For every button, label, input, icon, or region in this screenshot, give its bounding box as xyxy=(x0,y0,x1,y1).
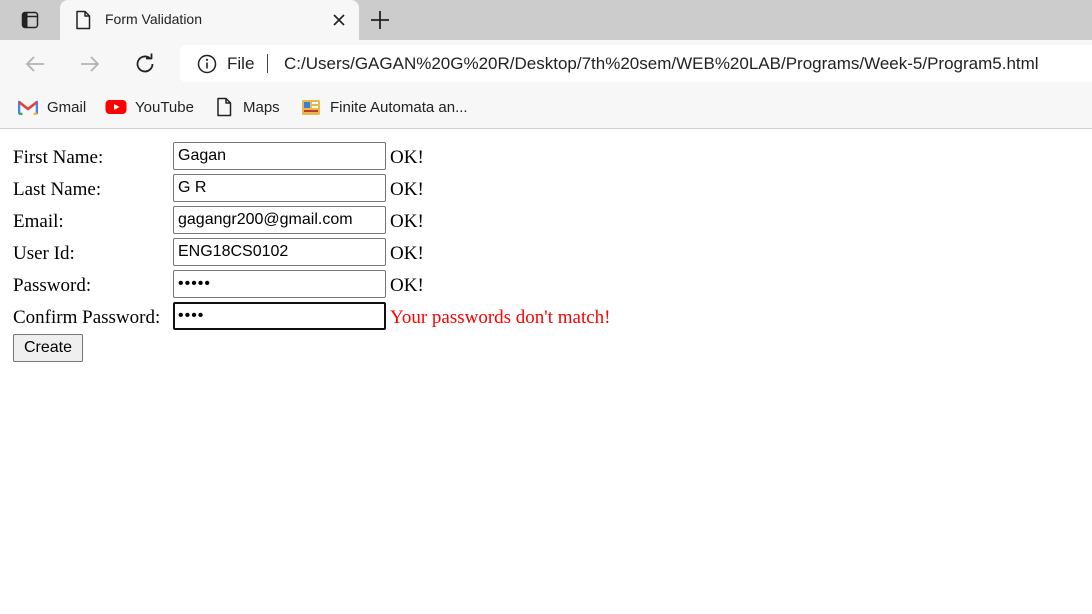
bookmark-label: Maps xyxy=(243,98,280,116)
password-status: OK! xyxy=(390,275,424,296)
user-id-label: User Id: xyxy=(13,243,75,264)
user-id-status: OK! xyxy=(390,243,424,264)
tab-strip: Form Validation xyxy=(0,0,1092,40)
active-tab[interactable]: Form Validation xyxy=(60,0,359,40)
first-name-input[interactable] xyxy=(173,142,386,170)
user-id-input[interactable] xyxy=(173,238,386,266)
gmail-icon xyxy=(17,97,39,117)
bookmark-maps[interactable]: Maps xyxy=(213,96,280,118)
scheme-label: File xyxy=(227,54,255,73)
password-label: Password: xyxy=(13,275,92,296)
address-bar[interactable]: File C:/Users/GAGAN%20G%20R/Desktop/7th%… xyxy=(180,45,1092,82)
tab-actions-icon[interactable] xyxy=(12,9,48,31)
confirm-password-label: Confirm Password: xyxy=(13,307,161,328)
email-label: Email: xyxy=(13,211,64,232)
last-name-input[interactable] xyxy=(173,174,386,202)
refresh-button[interactable] xyxy=(132,51,158,77)
page-content: First Name: OK! Last Name: OK! Email: OK… xyxy=(0,129,1092,614)
info-icon[interactable] xyxy=(197,54,217,74)
last-name-status: OK! xyxy=(390,179,424,200)
bookmark-label: Gmail xyxy=(47,98,87,116)
page-icon xyxy=(213,97,235,117)
forward-button[interactable] xyxy=(77,51,103,77)
confirm-password-error: Your passwords don't match! xyxy=(390,307,611,328)
bookmark-favicon xyxy=(300,97,322,117)
page-icon xyxy=(74,9,92,31)
url-text[interactable]: C:/Users/GAGAN%20G%20R/Desktop/7th%20sem… xyxy=(284,54,1039,74)
close-icon[interactable] xyxy=(328,9,350,31)
bookmark-gmail[interactable]: Gmail xyxy=(17,96,86,118)
tab-title: Form Validation xyxy=(105,11,203,27)
address-separator xyxy=(267,54,268,73)
first-name-label: First Name: xyxy=(13,147,104,168)
password-input[interactable] xyxy=(173,270,386,298)
new-tab-button[interactable] xyxy=(368,8,392,32)
email-status: OK! xyxy=(390,211,424,232)
email-input[interactable] xyxy=(173,206,386,234)
first-name-status: OK! xyxy=(390,147,424,168)
back-button[interactable] xyxy=(22,51,48,77)
bookmark-youtube[interactable]: YouTube xyxy=(105,96,194,118)
bookmark-label: YouTube xyxy=(135,98,194,116)
last-name-label: Last Name: xyxy=(13,179,102,200)
create-button[interactable]: Create xyxy=(13,334,83,362)
bookmarks-bar: Gmail YouTube Maps Finite Automata an... xyxy=(0,86,1092,129)
bookmark-finite-automata[interactable]: Finite Automata an... xyxy=(300,96,468,118)
bookmark-label: Finite Automata an... xyxy=(330,98,468,116)
confirm-password-input[interactable] xyxy=(173,302,386,330)
navigation-toolbar: File C:/Users/GAGAN%20G%20R/Desktop/7th%… xyxy=(0,40,1092,86)
youtube-icon xyxy=(105,97,127,117)
